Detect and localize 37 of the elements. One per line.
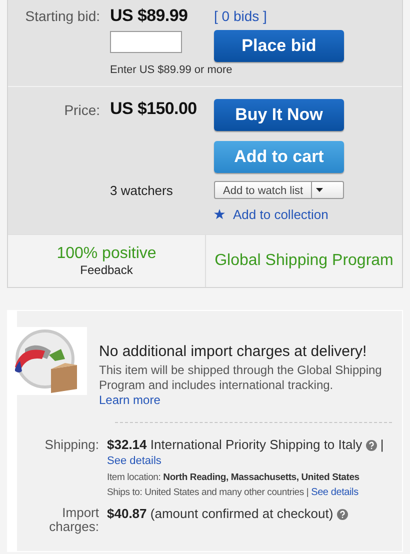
ships-to-text: United States and many other countries: [144, 487, 304, 498]
notice-title: No additional import charges at delivery!: [99, 343, 368, 360]
learn-more-link[interactable]: Learn more: [99, 393, 160, 407]
item-location: North Reading, Massachusetts, United States: [163, 472, 360, 483]
import-cost: $40.87: [107, 506, 147, 521]
separator: |: [306, 487, 309, 498]
watch-list-button[interactable]: Add to watch list: [214, 181, 344, 199]
feedback-score: 100% positive: [56, 245, 156, 263]
see-details-link[interactable]: See details: [107, 455, 162, 467]
shipping-label: Shipping:: [44, 437, 99, 454]
add-to-collection-link[interactable]: Add to collection: [233, 207, 328, 222]
bid-hint: Enter US $89.99 or more: [110, 64, 234, 76]
bid-input-field[interactable]: [110, 31, 182, 53]
program-name: Global Shipping Program: [214, 252, 394, 270]
shipping-cost: $32.14: [107, 437, 147, 452]
bid-label: Starting bid:: [24, 8, 100, 24]
import-charges-label: Import charges:: [48, 506, 99, 534]
price-label: Price:: [63, 102, 100, 118]
help-icon[interactable]: [336, 509, 348, 520]
bids-link[interactable]: [ 0 bids ]: [214, 8, 344, 24]
star-icon: [214, 209, 225, 220]
buy-price: US $150.00: [110, 99, 198, 119]
help-icon[interactable]: [366, 440, 377, 452]
see-details-link[interactable]: See details: [311, 487, 358, 498]
separator: |: [380, 437, 384, 452]
buy-it-now-button[interactable]: Buy It Now: [214, 99, 344, 131]
caret-icon: [316, 188, 323, 192]
place-bid-button[interactable]: Place bid: [214, 30, 344, 62]
add-to-cart-button[interactable]: Add to cart: [214, 141, 344, 173]
watchers-count: 3 watchers: [110, 182, 174, 198]
shipping-service: International Priority Shipping to Italy: [150, 437, 362, 452]
feedback-label: Feedback: [80, 263, 133, 277]
notice-text: This item will be shipped through the Global Shipping Program and includes international tracking. Learn more: [99, 363, 383, 408]
import-note: (amount confirmed at checkout): [150, 506, 334, 521]
ships-to-label: Ships to:: [107, 487, 142, 498]
location-label: Item location:: [107, 472, 161, 483]
bid-price: US $89.99: [110, 6, 189, 26]
